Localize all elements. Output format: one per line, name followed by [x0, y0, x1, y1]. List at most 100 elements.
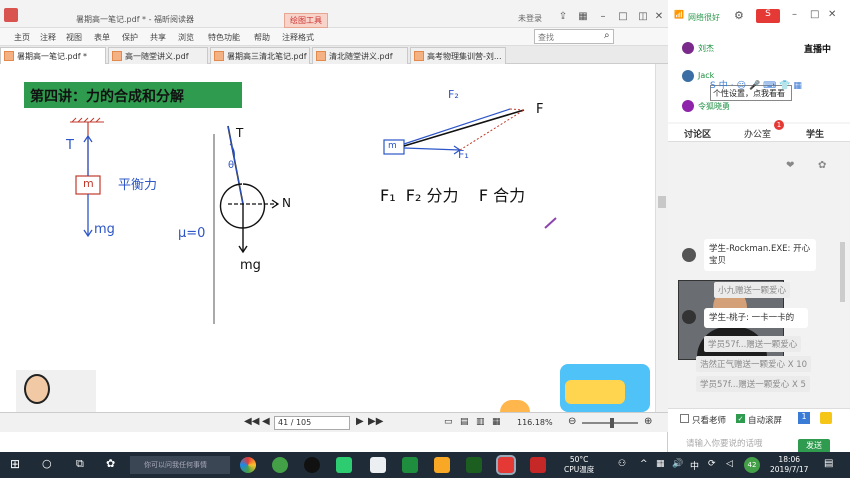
tab-office[interactable]: 办公室 [744, 127, 771, 140]
menu-form[interactable]: 表单 [94, 32, 110, 43]
layout-icon[interactable]: ▦ [576, 11, 590, 23]
emoji-icon[interactable] [820, 412, 832, 424]
menu-home[interactable]: 主页 [14, 32, 30, 43]
page-number-field[interactable]: 41 / 105 [274, 416, 350, 430]
vertical-scrollbar[interactable] [655, 64, 668, 412]
minimize-icon[interactable]: – [596, 11, 610, 23]
menu-view[interactable]: 视图 [66, 32, 82, 43]
label-n: N [282, 196, 291, 210]
avatar [682, 248, 696, 262]
search-icon[interactable]: ⌕ [604, 30, 610, 41]
qq-icon[interactable] [304, 457, 320, 473]
zoom-slider[interactable] [582, 418, 638, 428]
chat-input[interactable]: 请输入你要说的话哦 [686, 437, 763, 449]
share-icon[interactable]: ⇪ [556, 11, 570, 23]
minimize-icon[interactable]: – [792, 9, 797, 20]
maximize-icon[interactable]: □ [810, 9, 819, 20]
ime-toolbar[interactable]: S中·☺🎤⌨👕▦ [710, 78, 840, 92]
app-icon[interactable] [530, 457, 546, 473]
two-page-icon[interactable]: ▥ [476, 417, 485, 427]
label-legend: F₁ F₂ 分力 F 合力 [380, 186, 526, 205]
user-name[interactable]: 刘杰 [698, 43, 714, 54]
app-icon[interactable] [272, 457, 288, 473]
handwritten-diagrams [70, 108, 557, 324]
menu-comment-format[interactable]: 注释格式 [282, 32, 314, 43]
tab-discussion[interactable]: 讨论区 [684, 127, 711, 140]
window-title: 暑期高一笔记.pdf * - 福昕阅读器 [76, 15, 195, 24]
teacher-avatar-thumb [16, 370, 96, 412]
zoom-slider-thumb[interactable] [610, 418, 614, 428]
first-page-icon[interactable]: ◀◀ [244, 416, 259, 427]
drawing-tools-badge[interactable]: 绘图工具 [284, 13, 328, 28]
cortana-icon[interactable]: ○ [42, 457, 52, 470]
close-icon[interactable]: ✕ [652, 11, 666, 23]
search-input[interactable]: 查找 [534, 29, 614, 44]
flower-icon[interactable]: ✿ [818, 160, 826, 171]
prev-page-icon[interactable]: ◀ [262, 416, 270, 427]
menu-comment[interactable]: 注释 [40, 32, 56, 43]
zoom-level[interactable]: 116.18% [517, 418, 553, 427]
menu-features[interactable]: 特色功能 [208, 32, 240, 43]
sound-icon[interactable]: ◁ [726, 459, 733, 469]
menu-protect[interactable]: 保护 [122, 32, 138, 43]
scrollbar-thumb[interactable] [658, 196, 666, 208]
action-center-icon[interactable]: ▤ [824, 458, 833, 469]
mail-icon[interactable] [370, 457, 386, 473]
tab-notes[interactable]: 暑期高一笔记.pdf * [0, 47, 106, 64]
level-icon[interactable]: 1 [798, 412, 810, 424]
continuous-page-icon[interactable]: ▤ [460, 417, 469, 427]
close-icon[interactable]: ✕ [828, 9, 836, 20]
foxit-icon[interactable] [496, 455, 516, 475]
restore-icon[interactable]: ◫ [636, 11, 650, 23]
chat-area[interactable]: ❤ ✿ 学生-Rockman.EXE: 开心宝贝 小九赠送一颗爱心 学生-桃子:… [668, 142, 850, 408]
zoom-in-icon[interactable]: ⊕ [644, 416, 652, 427]
app-icon[interactable]: ✿ [106, 457, 115, 470]
menu-browse[interactable]: 浏览 [178, 32, 194, 43]
chrome-icon[interactable] [240, 457, 256, 473]
tab-handout[interactable]: 高一随堂讲义.pdf [108, 47, 208, 64]
tab-physics-camp[interactable]: 高考物理集训营-刘... [410, 47, 506, 64]
two-page-continuous-icon[interactable]: ▦ [492, 417, 501, 427]
taskbar-search[interactable]: 你可以问我任何事情 [130, 456, 230, 474]
send-button[interactable]: 发送 [798, 439, 830, 453]
taskbar: ⊞ ○ ⧉ ✿ 你可以问我任何事情 50°C CPU温度 ⚇ ^ ▦ 🔊 中 ⟳… [0, 452, 850, 478]
zoom-out-icon[interactable]: ⊖ [568, 416, 576, 427]
user-name[interactable]: 令狐晓勇 [698, 101, 730, 112]
only-teacher-checkbox[interactable] [680, 414, 689, 423]
sogou-ime-icon[interactable]: S [756, 9, 780, 23]
folder-icon[interactable] [434, 457, 450, 473]
tab-qingbei-handout[interactable]: 清北随堂讲义.pdf [312, 47, 408, 64]
tab-students[interactable]: 学生 [806, 127, 824, 140]
sync-icon[interactable]: ⟳ [708, 459, 716, 469]
last-page-icon[interactable]: ▶▶ [368, 416, 383, 427]
like-icon[interactable]: ❤ [786, 160, 794, 171]
menu-share[interactable]: 共享 [150, 32, 166, 43]
label-m3: m [388, 141, 397, 151]
auto-scroll-checkbox[interactable]: ✓ [736, 414, 745, 423]
login-status[interactable]: 未登录 [518, 13, 542, 24]
settings-gear-icon[interactable]: ⚙ [734, 9, 744, 22]
chat-scrollbar[interactable] [840, 242, 845, 302]
people-icon[interactable]: ⚇ [618, 459, 626, 469]
ime-icon[interactable]: 中 [690, 459, 699, 472]
force-f [403, 109, 525, 147]
excel-icon[interactable] [466, 457, 482, 473]
menu-help[interactable]: 帮助 [254, 32, 270, 43]
avatar [682, 42, 694, 54]
wechat-icon[interactable] [336, 457, 352, 473]
windows-start-icon[interactable]: ⊞ [10, 457, 20, 471]
system-clock[interactable]: 18:06 2019/7/17 [770, 455, 808, 475]
document-canvas[interactable]: 第四讲：力的合成和分解 T m 平衡力 mg T θ N μ=0 mg F₂ F… [0, 64, 655, 412]
next-page-icon[interactable]: ▶ [356, 416, 364, 427]
pdf-icon [4, 51, 14, 61]
network-icon[interactable]: ▦ [656, 459, 665, 469]
tray-arrow-icon[interactable]: ^ [640, 459, 648, 469]
task-view-icon[interactable]: ⧉ [76, 457, 84, 471]
volume-icon[interactable]: 🔊 [672, 459, 683, 469]
app-icon[interactable] [402, 457, 418, 473]
app-logo [4, 8, 18, 22]
tab-senior-notes[interactable]: 暑期高三清北笔记.pdf [210, 47, 310, 64]
maximize-icon[interactable]: □ [616, 11, 630, 23]
single-page-icon[interactable]: ▭ [444, 417, 453, 427]
notification-count[interactable]: 42 [744, 457, 760, 473]
